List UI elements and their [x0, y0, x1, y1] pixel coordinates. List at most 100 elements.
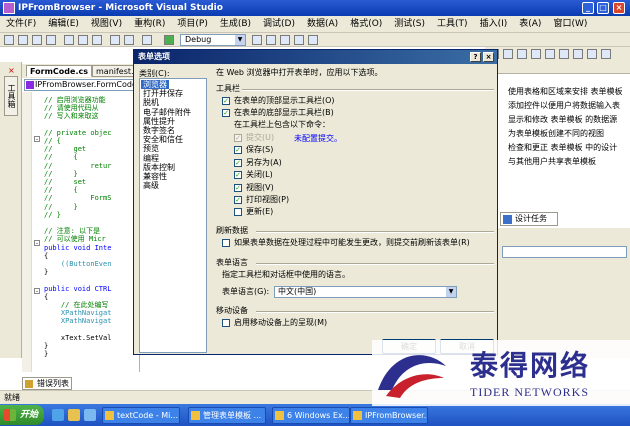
tab-error-list[interactable]: 错误列表	[22, 377, 72, 390]
collapse-icon[interactable]: -	[34, 288, 40, 295]
design-task-link[interactable]: 检查和更正 表单模板 中的设计	[508, 142, 617, 153]
close-button[interactable]: ×	[613, 2, 625, 14]
help-button[interactable]: ?	[470, 52, 481, 62]
category-item[interactable]: 兼容性	[143, 172, 167, 181]
insert-row-icon[interactable]	[545, 49, 555, 59]
menu-item[interactable]: 调试(D)	[257, 16, 301, 33]
minimize-button[interactable]: _	[582, 2, 594, 14]
category-item[interactable]: 属性提升	[143, 117, 175, 126]
design-task-link[interactable]: 使用表格和区域来安排 表单模板	[508, 86, 623, 97]
menu-item[interactable]: 重构(R)	[128, 16, 171, 33]
taskbar-button[interactable]: 6 Windows Ex...	[272, 407, 350, 424]
command-checkbox[interactable]: ✓	[234, 134, 242, 142]
toolbox-icon[interactable]	[294, 35, 304, 45]
menu-item[interactable]: 生成(B)	[214, 16, 257, 33]
collapse-icon[interactable]: -	[34, 240, 40, 247]
folder-icon[interactable]	[68, 409, 80, 421]
align-icon[interactable]	[601, 49, 611, 59]
menu-item[interactable]: 工具(T)	[431, 16, 474, 33]
cut-icon[interactable]	[64, 35, 74, 45]
save-all-icon[interactable]	[46, 35, 56, 45]
configure-submit-link[interactable]: 未配置提交。	[294, 134, 342, 144]
menu-item[interactable]: 测试(S)	[388, 16, 431, 33]
command-checkbox[interactable]: ✓	[234, 196, 242, 204]
show-desktop-icon[interactable]	[84, 409, 96, 421]
taskbar-button[interactable]: 管理表单模板 ...	[188, 407, 266, 424]
category-item[interactable]: 电子邮件附件	[143, 108, 191, 117]
menu-item[interactable]: 格式(O)	[344, 16, 388, 33]
properties-icon[interactable]	[280, 35, 290, 45]
category-item[interactable]: 版本控制	[143, 163, 175, 172]
start-debug-icon[interactable]	[164, 35, 174, 45]
internet-explorer-icon[interactable]	[52, 409, 64, 421]
menu-bar: 文件(F) 编辑(E) 视图(V) 重构(R) 项目(P) 生成(B) 调试(D) 数据(A)…	[0, 16, 630, 46]
menu-item[interactable]: 插入(I)	[474, 16, 514, 33]
menu-item[interactable]: 表(A)	[513, 16, 547, 33]
menu-item[interactable]: 文件(F)	[0, 16, 42, 33]
divider	[256, 231, 494, 233]
show-top-toolbar-label: 在表单的顶部显示工具栏(O)	[234, 96, 335, 105]
menu-item[interactable]: 编辑(E)	[42, 16, 85, 33]
category-item[interactable]: 编程	[143, 154, 159, 163]
insert-column-icon[interactable]	[559, 49, 569, 59]
category-list[interactable]: 浏览器 打开并保存 脱机 电子邮件附件 属性提升 数字签名 安全和信任 预览 编程 版本控制 兼容性…	[139, 78, 207, 353]
category-item[interactable]: 安全和信任	[143, 135, 183, 144]
redo-icon[interactable]	[124, 35, 134, 45]
design-task-link[interactable]: 显示和修改 表单模板 的数据源	[508, 114, 617, 125]
category-item[interactable]: 打开并保存	[143, 89, 183, 98]
category-item[interactable]: 浏览器	[141, 80, 169, 89]
menu-item[interactable]: 视图(V)	[85, 16, 128, 33]
layout-table-icon[interactable]	[503, 49, 513, 59]
undo-icon[interactable]	[110, 35, 120, 45]
maximize-button[interactable]: □	[597, 2, 609, 14]
command-checkbox[interactable]: ✓	[234, 158, 242, 167]
type-navigation-combo[interactable]: IPFromBrowser.FormCode	[24, 79, 138, 91]
add-item-icon[interactable]	[18, 35, 28, 45]
code-editor[interactable]: - - - // 启用浏览器功能// 请使用代码从// 写入和来取这 // pri…	[22, 92, 140, 372]
paste-icon[interactable]	[92, 35, 102, 45]
tab-design-tasks[interactable]: 设计任务	[500, 212, 558, 226]
close-icon[interactable]: ×	[8, 66, 15, 75]
show-top-toolbar-checkbox[interactable]: ✓	[222, 97, 230, 105]
design-task-link[interactable]: 与其他用户共享表单模板	[508, 156, 596, 167]
category-item[interactable]: 高级	[143, 181, 159, 190]
category-item[interactable]: 脱机	[143, 98, 159, 107]
design-task-link[interactable]: 添加控件以便用户将数据输入表	[508, 100, 620, 111]
dialog-title-bar: 表单选项 ? ×	[134, 50, 497, 64]
category-item[interactable]: 数字签名	[143, 126, 175, 135]
navigate-back-icon[interactable]	[142, 35, 152, 45]
command-checkbox[interactable]: ✓	[234, 183, 242, 192]
merge-cells-icon[interactable]	[517, 49, 527, 59]
start-page-icon[interactable]	[308, 35, 318, 45]
mobile-render-checkbox[interactable]	[222, 319, 230, 327]
start-button[interactable]: 开始	[0, 405, 44, 425]
save-icon[interactable]	[32, 35, 42, 45]
design-task-link[interactable]: 为表单模板创建不同的视图	[508, 128, 604, 139]
refresh-before-submit-checkbox[interactable]	[222, 239, 230, 247]
menu-item[interactable]: 项目(P)	[171, 16, 213, 33]
menu-item[interactable]: 窗口(W)	[547, 16, 593, 33]
show-bottom-toolbar-checkbox[interactable]: ✓	[222, 109, 230, 117]
copy-icon[interactable]	[78, 35, 88, 45]
category-item[interactable]: 预览	[143, 144, 159, 153]
menu-item[interactable]: 数据(A)	[301, 16, 344, 33]
taskbar-button[interactable]: textCode - Mi...	[102, 407, 180, 424]
form-language-select[interactable]: 中文(中国) ▼	[274, 286, 457, 298]
shading-icon[interactable]	[587, 49, 597, 59]
command-checkbox[interactable]: ✓	[234, 171, 242, 180]
collapse-icon[interactable]: -	[34, 136, 40, 143]
solution-config-select[interactable]: Debug ▼	[180, 34, 246, 46]
solution-explorer-icon[interactable]	[266, 35, 276, 45]
taskbar-button[interactable]: IPFromBrowser...	[350, 407, 428, 424]
command-checkbox[interactable]: ✓	[234, 146, 242, 155]
dialog-close-button[interactable]: ×	[483, 52, 494, 62]
class-icon	[26, 81, 34, 89]
properties-object-select[interactable]	[502, 246, 627, 258]
toolbox-tab[interactable]: 工具箱	[4, 76, 18, 116]
tab-formcode[interactable]: FormCode.cs	[26, 65, 92, 77]
split-cells-icon[interactable]	[531, 49, 541, 59]
command-checkbox[interactable]	[234, 208, 242, 217]
new-project-icon[interactable]	[4, 35, 14, 45]
borders-icon[interactable]	[573, 49, 583, 59]
find-icon[interactable]	[252, 35, 262, 45]
